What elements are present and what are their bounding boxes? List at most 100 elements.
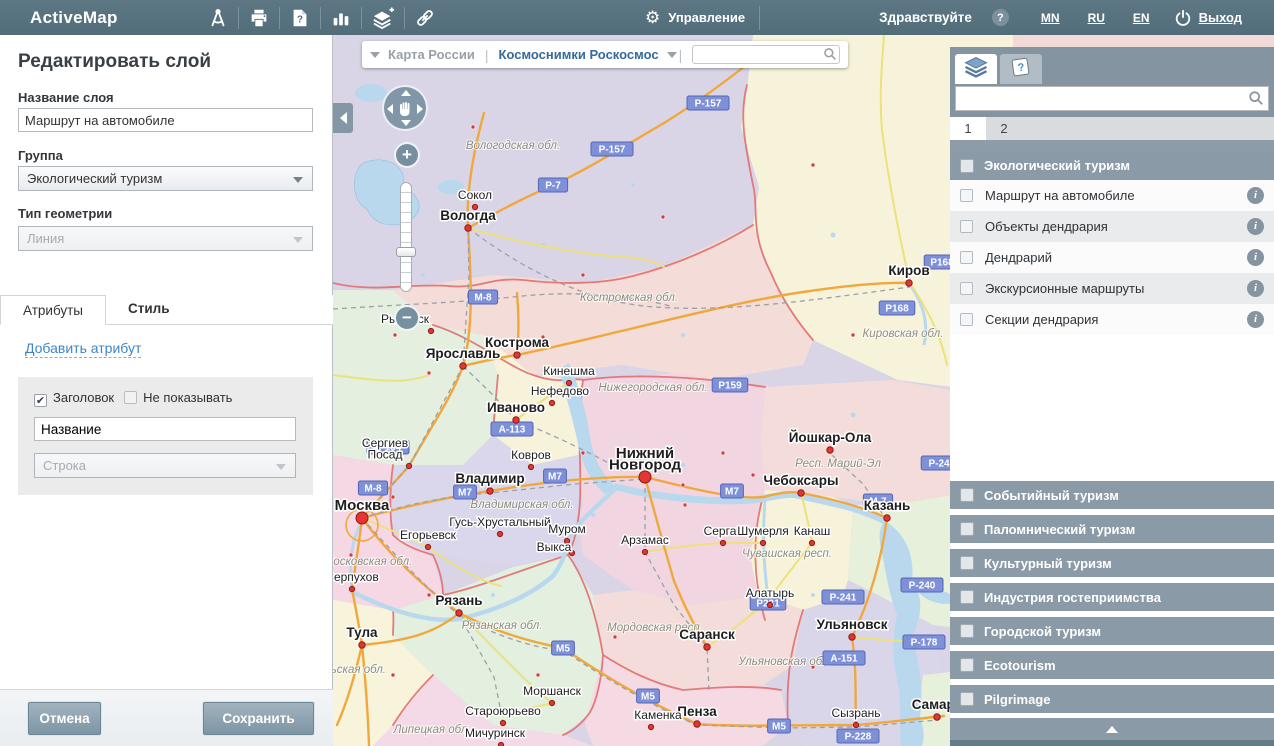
layer-group-header[interactable]: Ecotourism <box>950 651 1274 679</box>
road-number-label: А-151 <box>823 651 865 665</box>
legend-book-icon: ? <box>1009 56 1033 83</box>
region-label: Кировская обл. <box>863 328 944 340</box>
layers-plus-icon[interactable] <box>362 0 404 35</box>
language-link-en[interactable]: EN <box>1133 11 1150 25</box>
layer-group-header[interactable]: Паломнический туризм <box>950 515 1274 543</box>
group-select[interactable]: Экологический туризм <box>18 166 313 191</box>
svg-text:Иваново: Иваново <box>487 400 545 415</box>
layer-checkbox[interactable] <box>960 313 973 326</box>
road-number-label: М7 <box>544 469 567 483</box>
header-tools: ? <box>198 0 445 35</box>
zoom-in-button[interactable]: + <box>394 142 420 168</box>
layer-group-header-expanded[interactable]: Экологический туризм <box>950 151 1274 180</box>
link-icon[interactable] <box>405 0 445 35</box>
layers-page-1[interactable]: 1 <box>950 117 986 140</box>
hide-checkbox[interactable] <box>124 391 137 404</box>
layer-items: Маршрут на автомобилеiОбъекты дендрарияi… <box>950 180 1274 335</box>
layer-item[interactable]: Экскурсионные маршрутыi <box>950 273 1274 304</box>
svg-text:А-113: А-113 <box>499 425 526 436</box>
region-label: Костромская обл. <box>580 292 678 304</box>
layers-search-input[interactable] <box>955 86 1269 111</box>
help-page-icon[interactable]: ? <box>280 0 320 35</box>
svg-text:Р-7: Р-7 <box>545 181 561 192</box>
geometry-type-label: Тип геометрии <box>18 206 112 221</box>
tab-attributes[interactable]: Атрибуты <box>0 295 106 325</box>
map-city: Выкса <box>537 540 575 556</box>
language-link-ru[interactable]: RU <box>1088 11 1105 25</box>
layer-item[interactable]: Маршрут на автомобилеi <box>950 180 1274 211</box>
active-map-selector[interactable]: Космоснимки Роскосмос <box>499 47 659 62</box>
svg-text:Казань: Казань <box>864 498 911 513</box>
add-attribute-link[interactable]: Добавить атрибут <box>25 340 141 358</box>
cancel-button[interactable]: Отмена <box>28 702 101 735</box>
layer-group-header[interactable]: Индустрия гостеприимства <box>950 583 1274 611</box>
pan-right-icon[interactable] <box>417 104 423 114</box>
management-button[interactable]: ⚙ Управление <box>645 9 745 26</box>
chevron-down-icon[interactable] <box>370 52 380 58</box>
save-button[interactable]: Сохранить <box>203 702 314 735</box>
svg-text:Гусь-Хрустальный: Гусь-Хрустальный <box>449 515 550 529</box>
group-checkbox[interactable] <box>960 159 974 173</box>
printer-icon[interactable] <box>239 0 279 35</box>
tab-layers[interactable] <box>955 54 997 84</box>
layer-name-input[interactable] <box>18 108 313 132</box>
layer-item[interactable]: Секции дендрарияi <box>950 304 1274 335</box>
group-checkbox[interactable] <box>960 556 974 570</box>
group-checkbox[interactable] <box>960 522 974 536</box>
search-icon[interactable] <box>1248 90 1264 111</box>
bar-chart-icon[interactable] <box>321 0 361 35</box>
compass-icon[interactable] <box>198 0 238 35</box>
group-checkbox[interactable] <box>960 658 974 672</box>
layer-group-header[interactable]: Городской туризм <box>950 617 1274 645</box>
help-badge[interactable]: ? <box>992 9 1009 26</box>
panel-collapse-button[interactable] <box>950 718 1274 740</box>
group-checkbox[interactable] <box>960 692 974 706</box>
zoom-out-button[interactable]: − <box>394 305 420 331</box>
group-checkbox[interactable] <box>960 590 974 604</box>
layer-checkbox[interactable] <box>960 189 973 202</box>
map-pan-control[interactable] <box>382 85 428 131</box>
info-icon[interactable]: i <box>1247 280 1264 297</box>
power-icon[interactable] <box>1174 9 1192 27</box>
svg-text:М7: М7 <box>458 488 472 499</box>
logout-link[interactable]: Выход <box>1199 10 1242 25</box>
layer-group-header[interactable]: Событийный туризм <box>950 481 1274 509</box>
pan-up-icon[interactable] <box>401 90 411 96</box>
layer-checkbox[interactable] <box>960 220 973 233</box>
zoom-slider[interactable] <box>400 182 412 292</box>
collapse-left-panel-button[interactable] <box>333 103 353 133</box>
info-icon[interactable]: i <box>1247 187 1264 204</box>
tab-legend[interactable]: ? <box>1000 54 1042 84</box>
language-link-mn[interactable]: MN <box>1041 11 1060 25</box>
road-number-label: М7 <box>454 485 477 499</box>
svg-text:Новгород: Новгород <box>609 457 682 474</box>
layers-page-2[interactable]: 2 <box>986 117 1022 140</box>
region-label: Рязанская обл. <box>462 620 543 632</box>
page-title: Редактировать слой <box>18 51 211 73</box>
info-icon[interactable]: i <box>1247 311 1264 328</box>
info-icon[interactable]: i <box>1247 249 1264 266</box>
info-icon[interactable]: i <box>1247 218 1264 235</box>
svg-text:Р159: Р159 <box>718 381 742 392</box>
tab-style[interactable]: Стиль <box>106 294 192 324</box>
attribute-name-input[interactable] <box>34 417 296 441</box>
layer-item[interactable]: Дендрарийi <box>950 242 1274 273</box>
map-search-input[interactable] <box>692 45 840 64</box>
group-checkbox[interactable] <box>960 624 974 638</box>
svg-text:Р-178: Р-178 <box>911 638 938 649</box>
title-checkbox[interactable]: ✔ <box>34 394 47 407</box>
layer-group-header[interactable]: Культурный туризм <box>950 549 1274 577</box>
zoom-slider-handle[interactable] <box>396 247 416 257</box>
attribute-card: ✔ЗаголовокНе показывать Строка <box>18 377 313 495</box>
base-map-selector[interactable]: Карта России <box>388 47 475 62</box>
chevron-down-icon[interactable] <box>667 52 677 58</box>
layer-checkbox[interactable] <box>960 282 973 295</box>
layer-group-header[interactable]: Pilgrimage <box>950 685 1274 713</box>
group-checkbox[interactable] <box>960 488 974 502</box>
layer-item[interactable]: Объекты дендрарияi <box>950 211 1274 242</box>
layer-checkbox[interactable] <box>960 251 973 264</box>
road-number-label: Р-228 <box>837 729 879 743</box>
search-icon[interactable] <box>823 47 837 66</box>
road-number-label: Р-157 <box>687 96 729 110</box>
pan-left-icon[interactable] <box>387 104 393 114</box>
